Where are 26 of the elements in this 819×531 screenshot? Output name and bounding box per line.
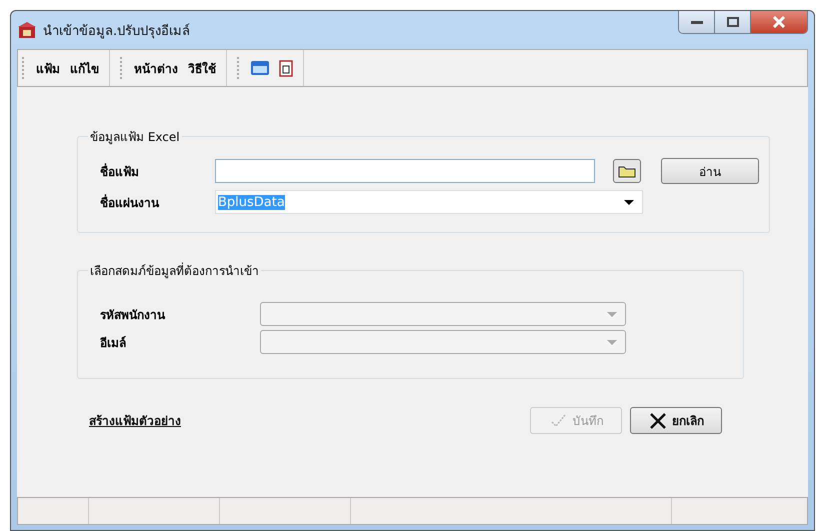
folder-icon [618, 164, 636, 178]
maximize-icon [726, 17, 738, 27]
field-label: รหัสพนักงาน [99, 306, 166, 324]
field-label: อีเมล์ [99, 334, 127, 352]
group-title: ข้อมูลแฟ้ม Excel [89, 129, 181, 146]
menu-item[interactable]: แฟ้ม [36, 58, 60, 78]
app-icon [17, 21, 37, 39]
field-label: ชื่อแผ่นงาน [99, 193, 160, 212]
close-button[interactable] [751, 11, 807, 33]
group-title: เลือกสดมภ์ข้อมูลที่ต้องการนำเข้า [89, 262, 260, 280]
minimize-icon [690, 19, 702, 25]
close-icon [772, 16, 786, 28]
menu-item[interactable]: วิธีใช้ [188, 58, 216, 78]
sample-file-link[interactable]: สร้างแฟ้มตัวอย่าง [77, 411, 181, 430]
file-name-field[interactable] [215, 159, 595, 183]
cancel-button[interactable]: ยกเลิก [630, 407, 722, 434]
cross-icon [648, 412, 668, 428]
browse-button[interactable] [613, 159, 641, 183]
minimize-button[interactable] [679, 11, 715, 33]
maximize-button[interactable] [715, 11, 751, 33]
menu-item[interactable]: หน้าต่าง [134, 58, 178, 78]
read-button[interactable]: อ่าน [661, 158, 759, 184]
menu-item[interactable]: แก้ไข [70, 58, 99, 78]
checkmark-icon [548, 412, 568, 428]
field-label: ชื่อแฟ้ม [99, 162, 140, 180]
window-title: นำเข้าข้อมูล.ปรับปรุงอีเมล์ [43, 22, 190, 40]
